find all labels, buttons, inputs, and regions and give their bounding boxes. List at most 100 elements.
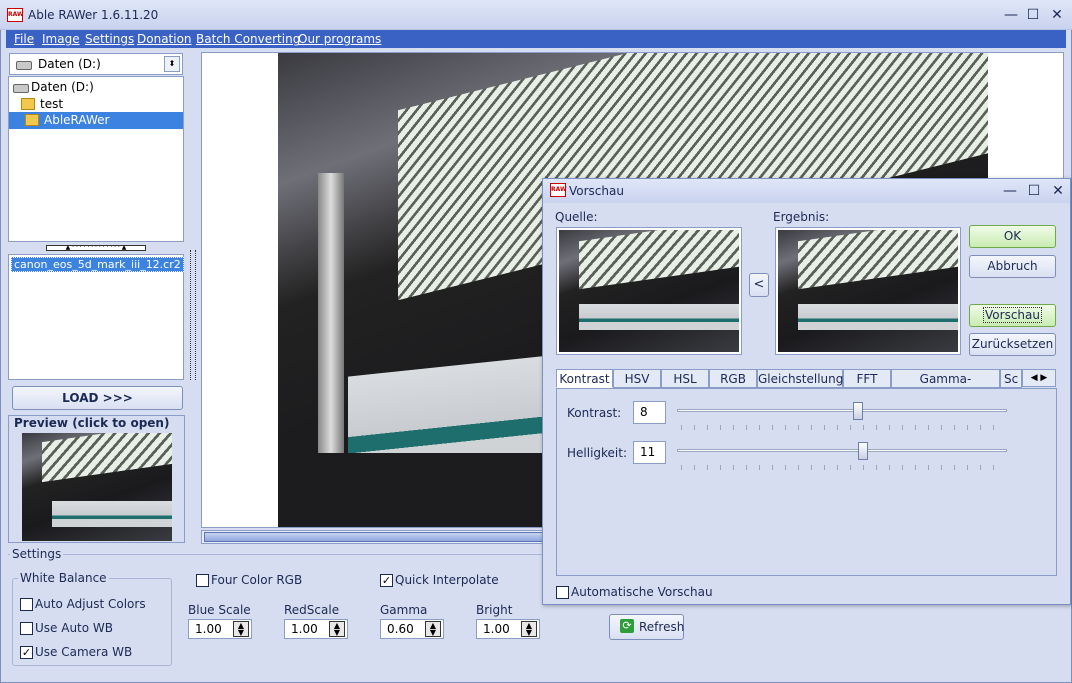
- blue-scale-input[interactable]: 1.00 ▲ ▼: [188, 619, 252, 639]
- red-scale-label: RedScale: [284, 603, 340, 617]
- menu-our-programs[interactable]: Our programs: [296, 30, 383, 48]
- tree-item-label: test: [40, 97, 64, 111]
- preview-panel: Preview (click to open): [8, 415, 185, 543]
- tab-scroll-arrows-icon[interactable]: ◀ ▶: [1022, 369, 1056, 387]
- auto-preview-checkbox[interactable]: [556, 586, 569, 599]
- auto-preview-label: Automatische Vorschau: [571, 585, 713, 599]
- settings-label: Settings: [10, 547, 64, 561]
- roof-image: [798, 230, 958, 290]
- tab-gamma-korrektur[interactable]: Gamma-Korrektur: [891, 369, 1000, 404]
- contrast-ticks: [681, 425, 1005, 430]
- result-image: [778, 230, 958, 352]
- source-preview: [556, 227, 742, 355]
- app-icon: RAW: [7, 8, 24, 22]
- spinner-icon[interactable]: ▲ ▼: [329, 621, 345, 637]
- auto-adjust-checkbox[interactable]: [20, 598, 33, 611]
- cancel-button[interactable]: Abbruch: [969, 255, 1056, 278]
- window-title: Able RAWer 1.6.11.20: [28, 8, 159, 22]
- folder-icon: [21, 98, 35, 110]
- menu-donation[interactable]: Donation: [135, 30, 194, 48]
- tab-kontrast[interactable]: Kontrast: [556, 369, 613, 388]
- tab-hsv[interactable]: HSV: [613, 369, 661, 388]
- tab-hsl[interactable]: HSL: [661, 369, 709, 388]
- roof-image: [579, 230, 739, 290]
- gamma-label: Gamma: [380, 603, 428, 617]
- contrast-slider[interactable]: [675, 397, 1007, 433]
- splitter-handle[interactable]: ▲ · · · · · · · · · · · · · ▲: [46, 245, 146, 251]
- contrast-label: Kontrast:: [567, 406, 622, 420]
- ok-button[interactable]: OK: [969, 225, 1056, 248]
- use-auto-wb-label: Use Auto WB: [35, 621, 114, 635]
- chevron-down-icon[interactable]: ⬍: [164, 56, 180, 72]
- red-scale-input[interactable]: 1.00 ▲ ▼: [284, 619, 348, 639]
- preview-button[interactable]: Vorschau: [969, 304, 1056, 327]
- close-icon[interactable]: ✕: [1046, 5, 1068, 25]
- gamma-input[interactable]: 0.60 ▲ ▼: [380, 619, 444, 639]
- vorschau-dialog: RAW Vorschau — ☐ ✕ Quelle: Ergebnis: < O…: [542, 178, 1071, 605]
- tab-rgb[interactable]: RGB: [709, 369, 757, 388]
- drive-combo[interactable]: Daten (D:) ⬍: [9, 53, 183, 75]
- menu-file[interactable]: File: [12, 30, 36, 48]
- bright-input[interactable]: 1.00 ▲ ▼: [476, 619, 540, 639]
- scrollbar-thumb[interactable]: [204, 532, 549, 542]
- tree-item-test[interactable]: test: [9, 96, 183, 113]
- brightness-slider[interactable]: [675, 437, 1007, 473]
- brightness-label: Helligkeit:: [567, 446, 628, 460]
- load-button[interactable]: LOAD >>>: [12, 386, 183, 410]
- spinner-icon[interactable]: ▲ ▼: [521, 621, 537, 637]
- close-icon[interactable]: ✕: [1047, 181, 1069, 201]
- file-item[interactable]: canon_eos_5d_mark_iii_12.cr2: [11, 257, 184, 272]
- title-bar[interactable]: RAW Able RAWer 1.6.11.20 — ☐ ✕: [0, 0, 1072, 30]
- drive-icon: [16, 61, 32, 70]
- minimize-icon[interactable]: —: [999, 181, 1021, 201]
- tab-strip: Kontrast HSV HSL RGB Gleichstellung FFT …: [556, 369, 1056, 404]
- tree-item-label: Daten (D:): [31, 80, 94, 94]
- use-camera-wb-checkbox[interactable]: ✓: [20, 646, 33, 659]
- quick-interpolate-label: Quick Interpolate: [395, 573, 499, 587]
- reset-button[interactable]: Zurücksetzen: [969, 333, 1056, 356]
- tab-gleichstellung[interactable]: Gleichstellung: [757, 369, 843, 388]
- result-preview: [775, 227, 961, 355]
- dialog-app-icon: RAW: [550, 183, 567, 197]
- tree-item-drive[interactable]: Daten (D:): [9, 79, 183, 96]
- contrast-input[interactable]: 8: [633, 401, 666, 424]
- source-label: Quelle:: [555, 210, 598, 224]
- tab-fft[interactable]: FFT: [843, 369, 891, 388]
- gamma-value: 0.60: [387, 622, 414, 636]
- brightness-input[interactable]: 11: [633, 441, 666, 464]
- minimize-icon[interactable]: —: [1000, 5, 1022, 25]
- source-image: [559, 230, 739, 352]
- use-camera-wb-label: Use Camera WB: [35, 645, 133, 659]
- menu-settings[interactable]: Settings: [83, 30, 136, 48]
- folder-open-icon: [25, 114, 39, 126]
- four-color-checkbox[interactable]: [196, 574, 209, 587]
- train-image: [579, 304, 739, 330]
- maximize-icon[interactable]: ☐: [1023, 181, 1045, 201]
- maximize-icon[interactable]: ☐: [1022, 5, 1044, 25]
- menu-image[interactable]: Image: [40, 30, 82, 48]
- tab-sc[interactable]: Sc: [1000, 369, 1022, 388]
- spinner-icon[interactable]: ▲ ▼: [425, 621, 441, 637]
- preview-thumbnail[interactable]: [22, 433, 172, 541]
- four-color-label: Four Color RGB: [211, 573, 303, 587]
- white-balance-label: White Balance: [18, 571, 109, 585]
- vertical-splitter[interactable]: [190, 250, 196, 380]
- brightness-thumb[interactable]: [858, 442, 868, 460]
- train-image: [798, 304, 958, 330]
- quick-interpolate-checkbox[interactable]: ✓: [380, 574, 393, 587]
- brightness-ticks: [681, 465, 1005, 470]
- blue-scale-label: Blue Scale: [188, 603, 251, 617]
- contrast-thumb[interactable]: [853, 402, 863, 420]
- folder-tree: Daten (D:) test AbleRAWer: [8, 76, 184, 242]
- drive-combo-value: Daten (D:): [38, 57, 101, 71]
- tree-item-ablerawer[interactable]: AbleRAWer: [9, 112, 183, 129]
- spinner-icon[interactable]: ▲ ▼: [233, 621, 249, 637]
- dialog-title-bar[interactable]: RAW Vorschau — ☐ ✕: [543, 179, 1070, 203]
- refresh-button[interactable]: ⟳ Refresh: [609, 614, 684, 640]
- menu-bar: File Image Settings Donation Batch Conve…: [6, 30, 1066, 48]
- tree-item-label: AbleRAWer: [44, 113, 110, 127]
- result-label: Ergebnis:: [773, 210, 830, 224]
- use-auto-wb-checkbox[interactable]: [20, 622, 33, 635]
- copy-to-source-button[interactable]: <: [749, 273, 769, 297]
- menu-batch-converting[interactable]: Batch Converting: [194, 30, 302, 48]
